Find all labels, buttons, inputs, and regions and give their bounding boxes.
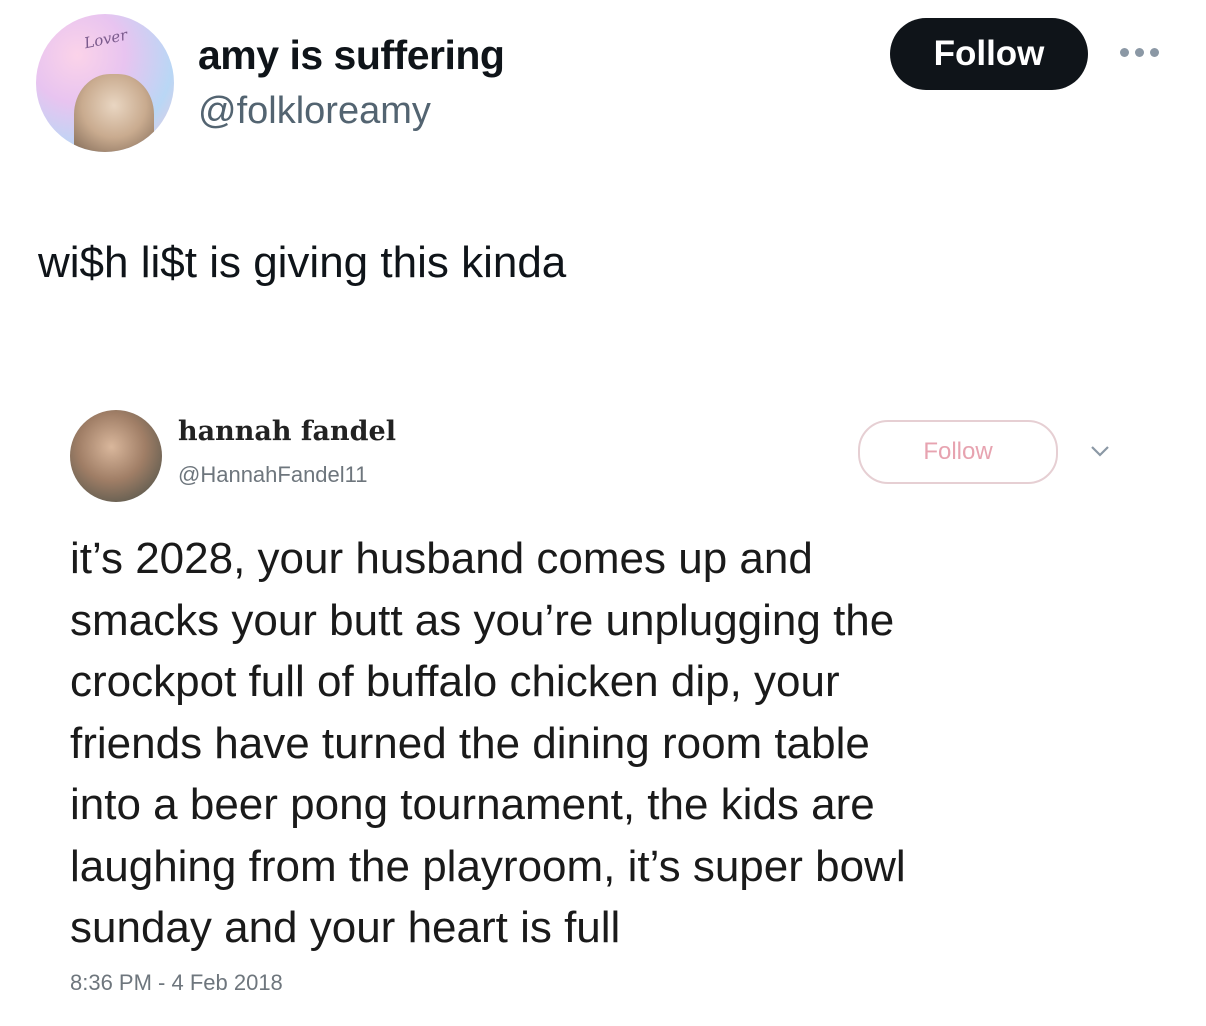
chevron-down-icon — [1091, 446, 1109, 457]
quoted-timestamp: 8:36 PM - 4 Feb 2018 — [70, 970, 283, 995]
quoted-tweet-image[interactable]: hannah fandel @HannahFandel11 Follow it’… — [0, 380, 1206, 1026]
more-horizontal-icon[interactable] — [1120, 42, 1166, 62]
avatar-script-text: Lover — [82, 25, 129, 53]
avatar[interactable]: Lover — [36, 14, 174, 152]
user-handle[interactable]: @folkloreamy — [198, 90, 431, 133]
quoted-follow-button: Follow — [858, 420, 1058, 484]
display-name[interactable]: amy is suffering — [198, 32, 505, 79]
quoted-tweet-text: it’s 2028, your husband comes up and sma… — [70, 534, 906, 952]
quoted-user-handle: @HannahFandel11 — [178, 462, 368, 487]
avatar-figure — [74, 74, 154, 152]
tweet-text: wi$h li$t is giving this kinda — [38, 238, 567, 287]
follow-button[interactable]: Follow — [890, 18, 1088, 90]
quoted-display-name: hannah fandel — [178, 416, 396, 447]
quoted-avatar — [70, 410, 162, 502]
